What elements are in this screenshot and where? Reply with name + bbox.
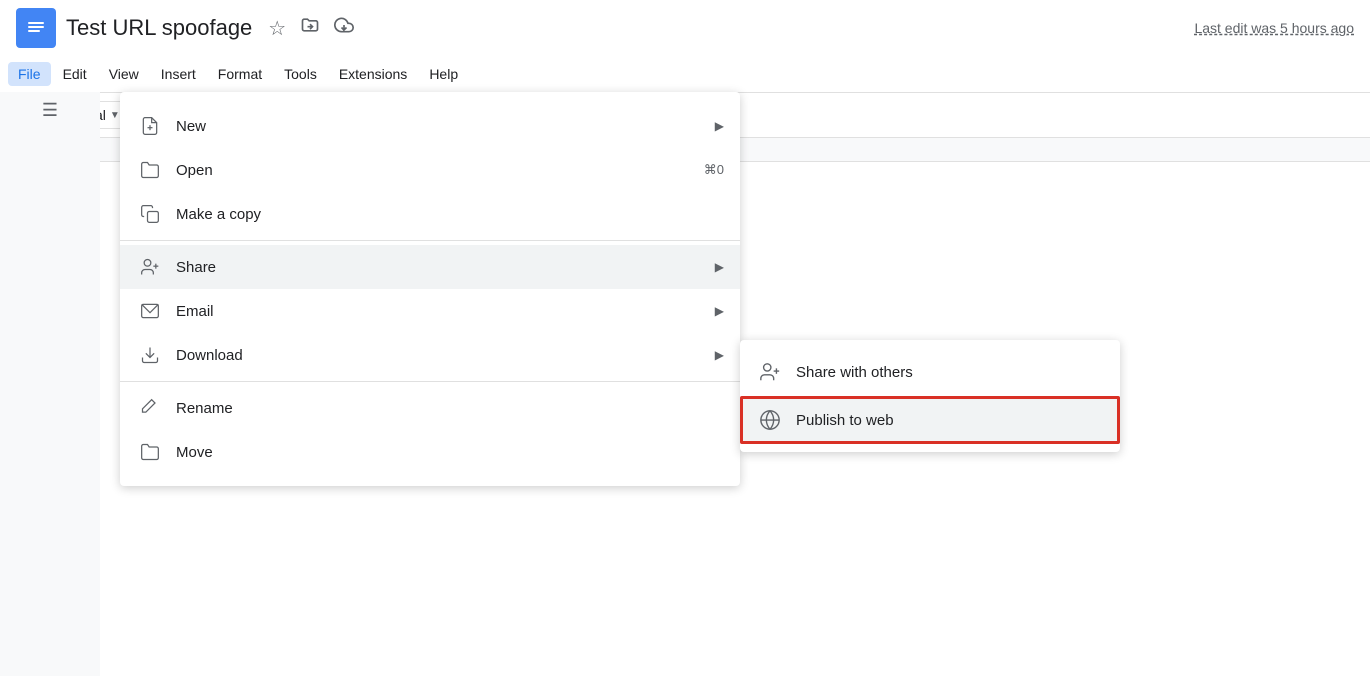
menu-help[interactable]: Help (419, 62, 468, 86)
publish-to-web-item[interactable]: Publish to web (740, 396, 1120, 444)
share-with-others-item[interactable]: Share with others (740, 348, 1120, 396)
last-edit-text[interactable]: Last edit was 5 hours ago (1194, 20, 1354, 36)
menu-view[interactable]: View (99, 62, 149, 86)
open-icon (136, 156, 164, 184)
share-people-icon (756, 358, 784, 386)
download-arrow: ▶ (715, 348, 724, 362)
copy-label: Make a copy (176, 206, 724, 223)
file-menu-download[interactable]: Download ▶ (120, 333, 740, 377)
email-label: Email (176, 303, 707, 320)
share-label: Share (176, 259, 707, 276)
document-area: ☰ New ▶ (0, 92, 1370, 676)
move-icon (136, 438, 164, 466)
file-menu-section-2: Share ▶ Email ▶ (120, 241, 740, 382)
globe-icon (756, 406, 784, 434)
file-menu-copy[interactable]: Make a copy (120, 192, 740, 236)
cloud-icon[interactable] (334, 15, 354, 41)
file-menu-move[interactable]: Move (120, 430, 740, 474)
share-submenu: Share with others Publish to web (740, 340, 1120, 452)
open-shortcut: ⌘0 (704, 162, 724, 178)
email-icon (136, 297, 164, 325)
rename-label: Rename (176, 400, 724, 417)
open-label: Open (176, 162, 704, 179)
new-doc-icon (136, 112, 164, 140)
file-menu-new[interactable]: New ▶ (120, 104, 740, 148)
rename-icon (136, 394, 164, 422)
star-icon[interactable]: ☆ (268, 16, 286, 41)
menu-bar: File Edit View Insert Format Tools Exten… (0, 56, 1370, 92)
outline-icon[interactable]: ☰ (42, 100, 58, 121)
file-menu-rename[interactable]: Rename (120, 386, 740, 430)
download-label: Download (176, 347, 707, 364)
file-menu-section-3: Rename Move (120, 382, 740, 478)
menu-tools[interactable]: Tools (274, 62, 327, 86)
download-icon (136, 341, 164, 369)
share-with-others-label: Share with others (796, 364, 913, 381)
menu-insert[interactable]: Insert (151, 62, 206, 86)
file-dropdown-menu: New ▶ Open ⌘0 Make a (120, 92, 740, 486)
share-icon (136, 253, 164, 281)
file-menu-section-1: New ▶ Open ⌘0 Make a (120, 100, 740, 241)
new-arrow: ▶ (715, 119, 724, 133)
email-arrow: ▶ (715, 304, 724, 318)
copy-icon (136, 200, 164, 228)
title-bar: Test URL spoofage ☆ Last edit was 5 hour… (0, 0, 1370, 56)
share-arrow: ▶ (715, 260, 724, 274)
docs-logo (16, 8, 56, 48)
folder-move-icon[interactable] (300, 15, 320, 41)
left-panel: ☰ (0, 92, 100, 676)
menu-file[interactable]: File (8, 62, 51, 86)
document-title: Test URL spoofage (66, 15, 252, 41)
publish-to-web-label: Publish to web (796, 412, 894, 429)
file-menu-email[interactable]: Email ▶ (120, 289, 740, 333)
menu-extensions[interactable]: Extensions (329, 62, 417, 86)
move-label: Move (176, 444, 724, 461)
file-menu-open[interactable]: Open ⌘0 (120, 148, 740, 192)
title-icons: ☆ (268, 15, 354, 41)
file-menu-share[interactable]: Share ▶ (120, 245, 740, 289)
menu-format[interactable]: Format (208, 62, 272, 86)
menu-edit[interactable]: Edit (53, 62, 97, 86)
new-label: New (176, 118, 707, 135)
